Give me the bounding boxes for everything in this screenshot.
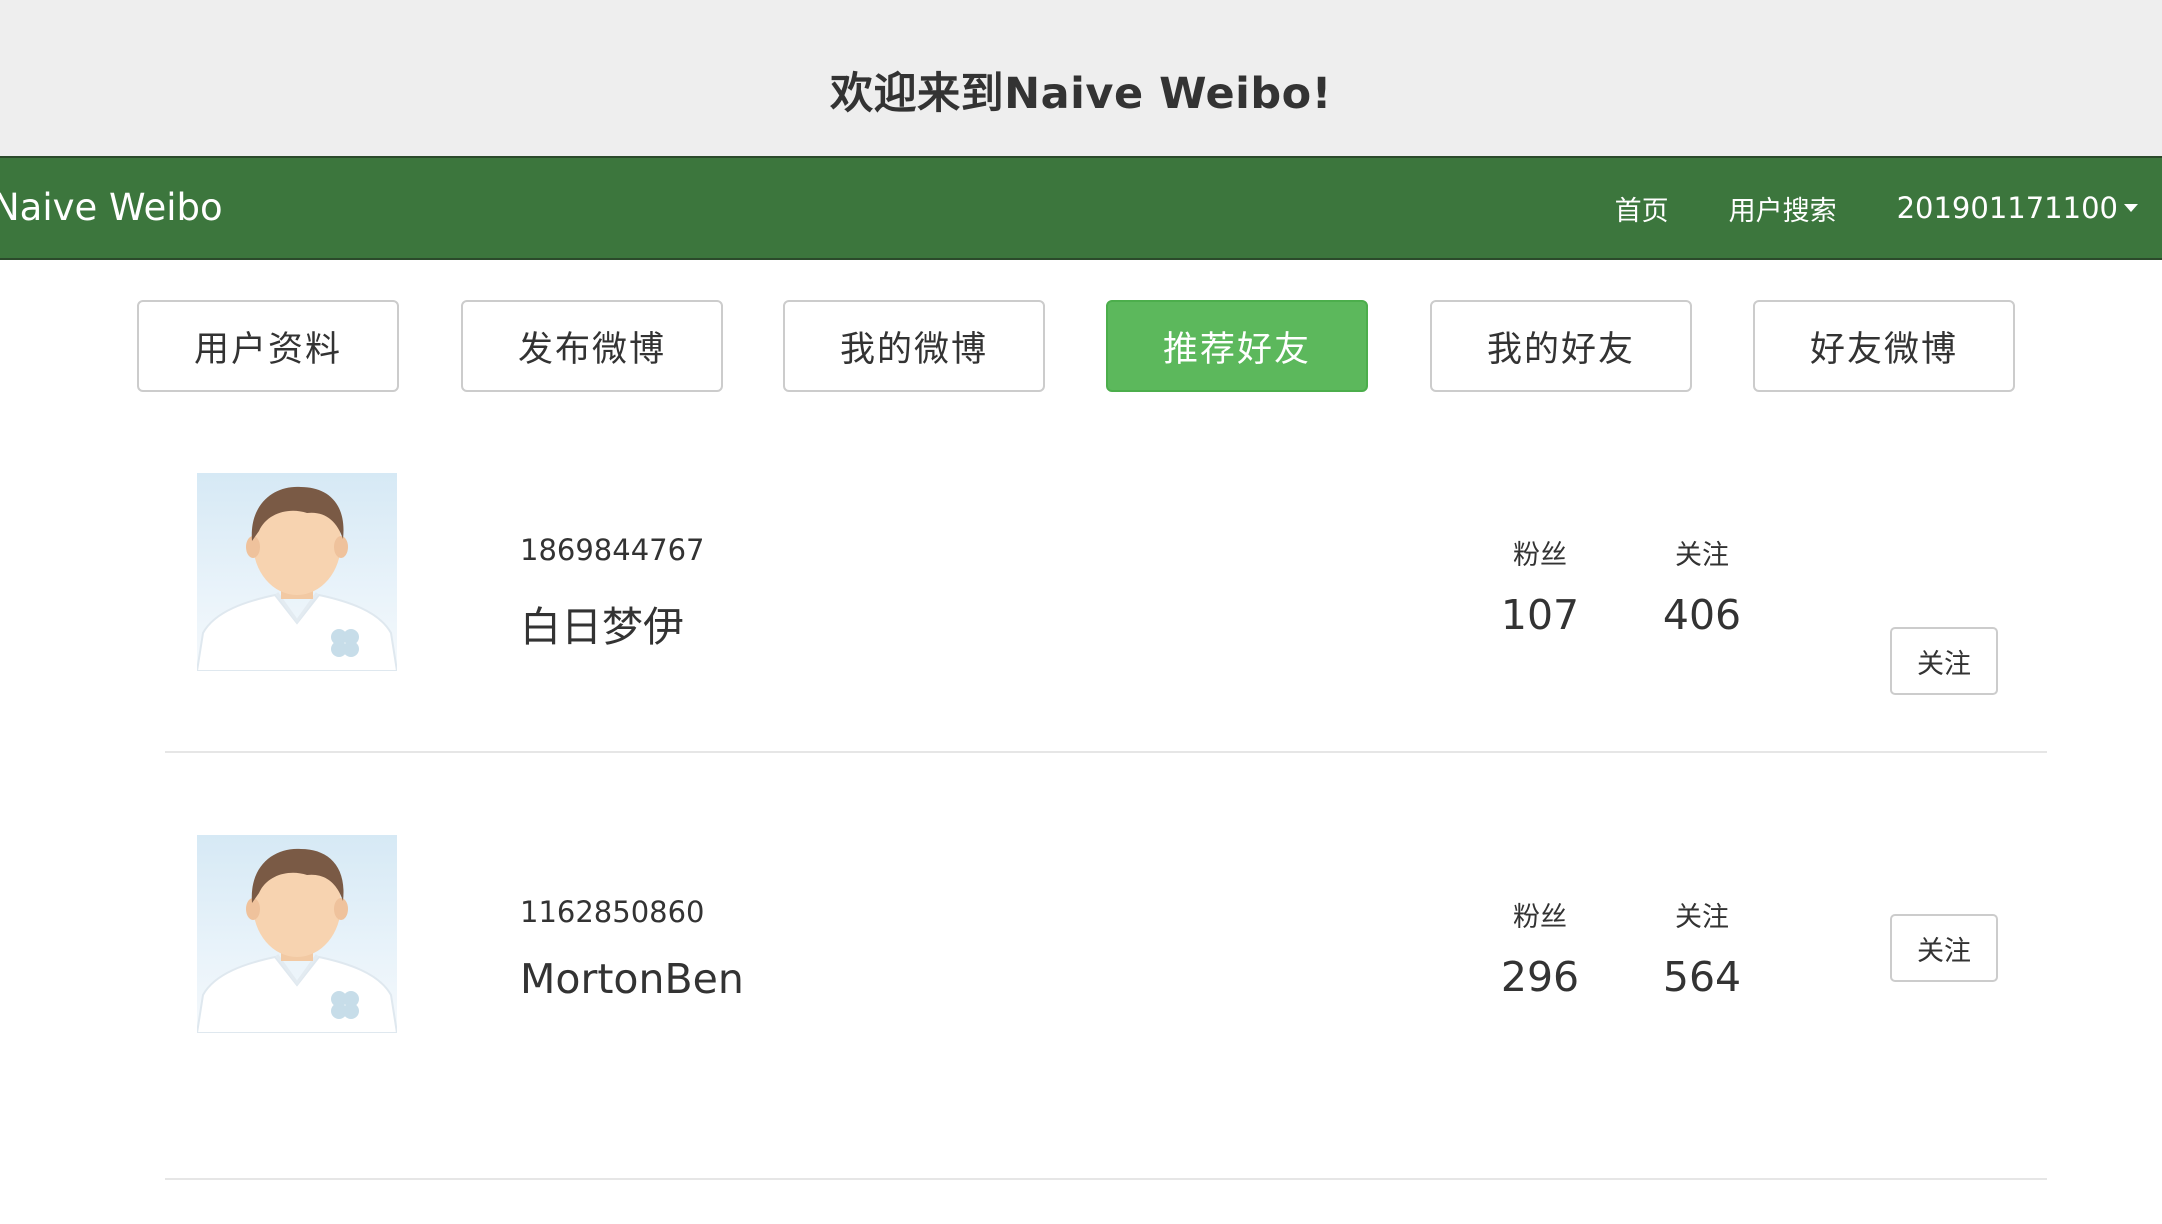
top-banner: 欢迎来到Naive Weibo! — [0, 0, 2162, 156]
tab-my-friends[interactable]: 我的好友 — [1430, 300, 1692, 392]
navbar: Naive Weibo 首页 用户搜索 201901171100 — [0, 156, 2162, 260]
following-label: 关注 — [1675, 540, 1729, 571]
tab-bar: 用户资料 发布微博 我的微博 推荐好友 我的好友 好友微博 — [0, 300, 2162, 392]
follow-button[interactable]: 关注 — [1890, 914, 1998, 982]
default-male-avatar-icon[interactable] — [197, 473, 397, 671]
nav-link-user-search[interactable]: 用户搜索 — [1699, 189, 1867, 228]
user-menu-dropdown[interactable]: 201901171100 — [1867, 191, 2162, 225]
page-title: 欢迎来到Naive Weibo! — [830, 69, 1332, 119]
user-name[interactable]: 白日梦伊 — [520, 593, 684, 653]
tab-friends-weibo[interactable]: 好友微博 — [1753, 300, 2015, 392]
navbar-brand[interactable]: Naive Weibo — [0, 158, 223, 258]
user-list-item: 1162850860 MortonBen 粉丝 关注 296 564 关注 — [165, 754, 2047, 1180]
default-male-avatar-icon[interactable] — [197, 835, 397, 1033]
following-label: 关注 — [1675, 902, 1729, 933]
following-count: 406 — [1662, 591, 1742, 639]
tab-recommended-friends[interactable]: 推荐好友 — [1106, 300, 1368, 392]
navbar-right: 首页 用户搜索 201901171100 — [1585, 158, 2162, 258]
follow-button[interactable]: 关注 — [1890, 627, 1998, 695]
caret-down-icon — [2124, 204, 2138, 212]
fans-label: 粉丝 — [1513, 540, 1567, 571]
user-menu-label: 201901171100 — [1896, 191, 2118, 225]
fans-count: 296 — [1500, 953, 1580, 1001]
user-id: 1869844767 — [520, 533, 705, 567]
tab-user-profile[interactable]: 用户资料 — [137, 300, 399, 392]
user-name[interactable]: MortonBen — [520, 955, 744, 1003]
tab-post-weibo[interactable]: 发布微博 — [461, 300, 723, 392]
user-id: 1162850860 — [520, 895, 705, 929]
fans-count: 107 — [1500, 591, 1580, 639]
nav-link-home[interactable]: 首页 — [1585, 189, 1699, 228]
fans-label: 粉丝 — [1513, 902, 1567, 933]
following-count: 564 — [1662, 953, 1742, 1001]
user-list-item: 1869844767 白日梦伊 粉丝 关注 107 406 关注 — [165, 393, 2047, 753]
tab-my-weibo[interactable]: 我的微博 — [783, 300, 1045, 392]
